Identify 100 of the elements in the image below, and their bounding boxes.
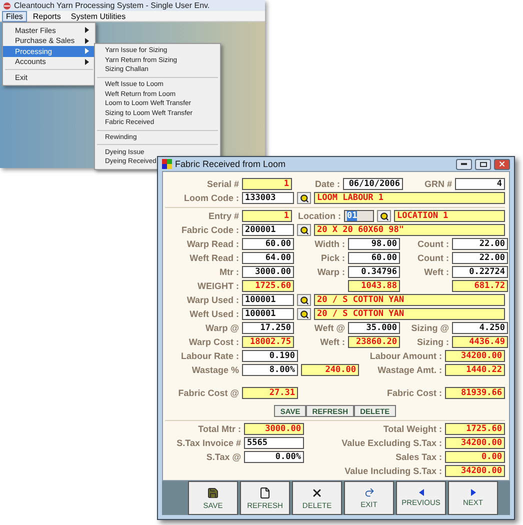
field-label: Entry # (207, 211, 239, 221)
right-triangle-icon (470, 489, 476, 496)
computed-field: 240.00 (301, 364, 359, 376)
curved-arrow-icon (364, 487, 374, 498)
computed-field: 23860.20 (348, 336, 400, 348)
description-field: 20 X 20 60X60 98" (314, 224, 505, 236)
field-label: Weft : (423, 267, 449, 277)
computed-field: 1440.22 (445, 364, 505, 376)
input-field[interactable]: 0.22724 (452, 266, 508, 278)
field-label: Warp @ (204, 323, 239, 333)
field-label: Warp Read : (186, 239, 239, 249)
field-label: Value Including S.Tax : (344, 466, 442, 476)
input-field[interactable]: 8.00% (242, 364, 298, 376)
field-label: Count : (416, 253, 449, 263)
minimize-button[interactable] (456, 158, 472, 170)
field-label: Fabric Cost : (386, 388, 442, 398)
description-field: LOOM LABOUR 1 (314, 192, 505, 204)
field-label: Labour Rate : (180, 351, 239, 361)
input-field[interactable]: 4 (455, 178, 505, 190)
computed-field: 34200.00 (445, 465, 505, 477)
field-label: Labour Amount : (368, 351, 442, 361)
maximize-icon (480, 162, 486, 166)
computed-field: 1 (242, 210, 292, 222)
field-label: Location : (297, 211, 341, 221)
menu-item[interactable]: Reports (28, 10, 65, 22)
field-label: Sizing @ (410, 323, 449, 333)
computed-field: 1 (242, 178, 292, 190)
field-label: Total Mtr : (197, 424, 241, 434)
field-label: Pick : (320, 253, 345, 263)
field-label: Date : (314, 179, 340, 189)
field-label: Wastage % (190, 365, 239, 375)
computed-field: 681.72 (452, 280, 508, 292)
computed-field: 81939.66 (445, 387, 505, 399)
window-title: Cleantouch Yarn Processing System - Single User Env. (14, 1, 210, 10)
lookup-button[interactable] (377, 210, 391, 222)
input-field[interactable]: 60.00 (348, 252, 400, 264)
field-label: S.Tax Invoice # (176, 438, 241, 448)
computed-field: 0.00 (445, 451, 505, 463)
x-icon (311, 486, 323, 498)
input-field[interactable]: 200001 (242, 224, 294, 236)
input-field[interactable]: 4.250 (452, 322, 508, 334)
input-field[interactable]: 0.34796 (348, 266, 400, 278)
field-label: Weft Used : (188, 309, 239, 319)
field-label: Loom Code : (183, 193, 239, 203)
field-label: Weft @ (313, 323, 345, 333)
input-field[interactable]: 06/10/2006 (343, 178, 403, 190)
field-label: Warp Used : (186, 295, 239, 305)
description-field: 20 / S COTTON YAN (314, 308, 505, 320)
field-label: Fabric Cost @ (177, 388, 239, 398)
input-field[interactable]: 133003 (242, 192, 294, 204)
input-field[interactable]: 100001 (242, 294, 294, 306)
field-label: Weft : (319, 337, 345, 347)
lookup-button[interactable] (297, 294, 311, 306)
left-triangle-icon (418, 489, 424, 496)
input-field[interactable]: 3000.00 (242, 266, 294, 278)
menu-item[interactable]: System Utilities (66, 10, 130, 22)
input-field[interactable]: 0.190 (242, 350, 298, 362)
input-field[interactable]: 98.00 (348, 238, 400, 250)
close-button[interactable] (494, 158, 510, 170)
field-label: Serial # (206, 179, 239, 189)
field-label: Fabric Code : (180, 225, 239, 235)
input-field[interactable]: 100001 (242, 308, 294, 320)
field-label: Count : (416, 239, 449, 249)
input-field[interactable]: 22.00 (452, 238, 508, 250)
field-label: Total Weight : (382, 424, 442, 434)
close-icon (498, 160, 506, 168)
field-label: GRN # (423, 179, 452, 189)
computed-field: 27.31 (242, 387, 298, 399)
window-title: Fabric Received from Loom (175, 159, 287, 169)
description-field: 20 / S COTTON YAN (314, 294, 505, 306)
input-field[interactable]: 5565 (244, 437, 304, 449)
field-label: Warp Cost : (188, 337, 239, 347)
computed-field: 4436.49 (452, 336, 508, 348)
app-icon (3, 2, 11, 10)
field-label: Sales Tax : (394, 452, 442, 462)
lookup-button[interactable] (297, 308, 311, 320)
computed-field: 18002.75 (242, 336, 294, 348)
lookup-button[interactable] (297, 192, 311, 204)
field-label: WEIGHT : (196, 281, 239, 291)
minimize-icon (461, 163, 467, 165)
field-label: Warp : (316, 267, 345, 277)
input-field[interactable]: 17.250 (242, 322, 294, 334)
input-field[interactable]: 64.00 (242, 252, 294, 264)
field-label: Wastage Amt. : (376, 365, 442, 375)
field-label: Width : (314, 239, 345, 249)
input-field[interactable]: 0.00% (244, 451, 304, 463)
field-label: Sizing : (416, 337, 449, 347)
input-field[interactable]: 01 (344, 210, 374, 222)
app-icon (162, 159, 172, 169)
computed-field: 3000.00 (244, 423, 304, 435)
computed-field: 34200.00 (445, 437, 505, 449)
maximize-button[interactable] (475, 158, 491, 170)
computed-field: 1725.60 (242, 280, 294, 292)
input-field[interactable]: 35.000 (348, 322, 400, 334)
lookup-button[interactable] (297, 224, 311, 236)
field-label: S.Tax @ (205, 452, 241, 462)
input-field[interactable]: 22.00 (452, 252, 508, 264)
menu-item[interactable]: Files (2, 10, 27, 22)
input-field[interactable]: 60.00 (242, 238, 294, 250)
computed-field: 1725.60 (445, 423, 505, 435)
